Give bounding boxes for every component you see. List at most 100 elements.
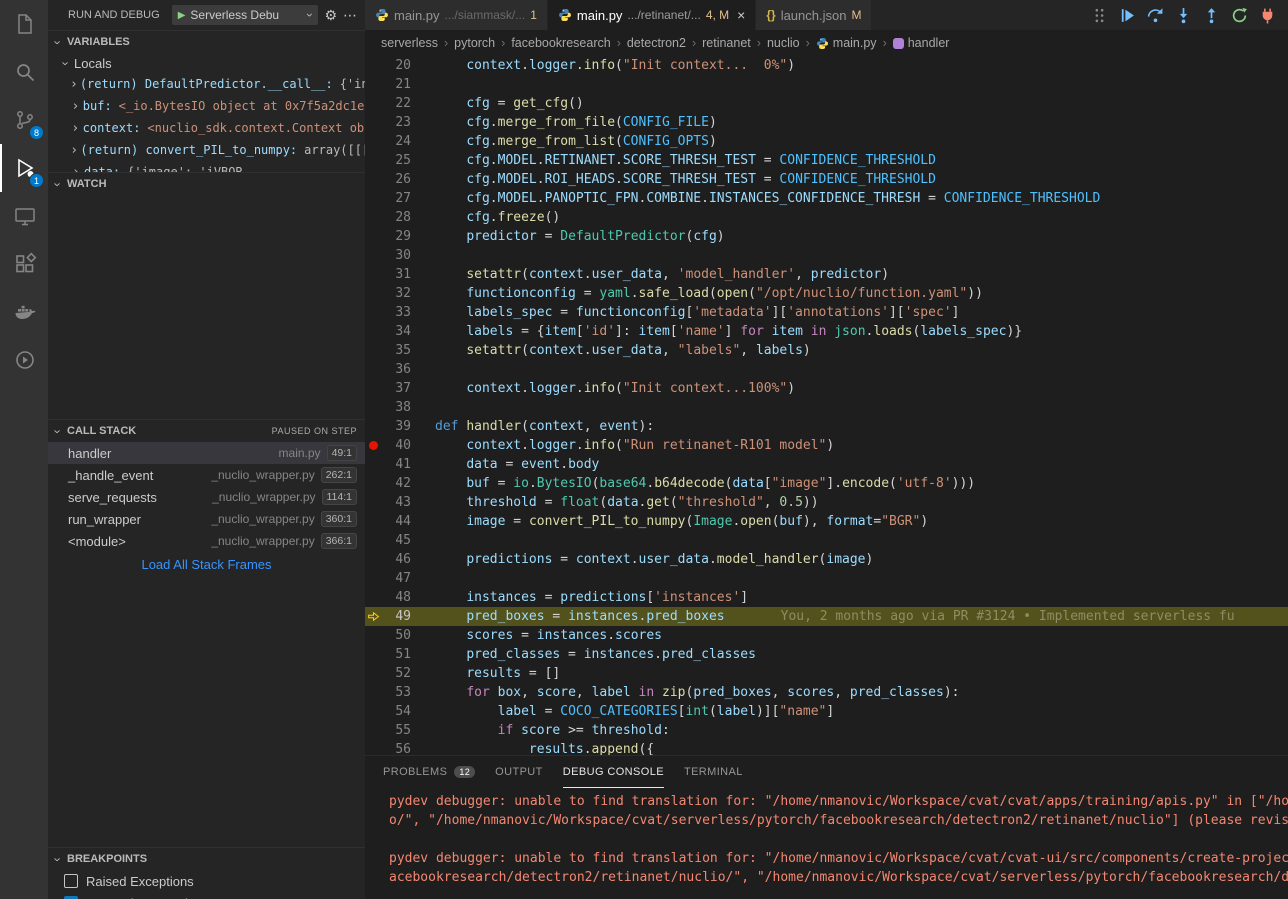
code-line[interactable]: 36 — [365, 360, 1288, 379]
code-line[interactable]: 29 predictor = DefaultPredictor(cfg) — [365, 227, 1288, 246]
gutter[interactable] — [365, 151, 381, 170]
panel-tab-output[interactable]: OUTPUT — [495, 756, 543, 788]
activity-run-and-debug[interactable]: 1 — [0, 144, 48, 192]
code-line[interactable]: 26 cfg.MODEL.ROI_HEADS.SCORE_THRESH_TEST… — [365, 170, 1288, 189]
breakpoint-icon[interactable] — [365, 436, 381, 455]
gutter[interactable] — [365, 208, 381, 227]
stack-frame[interactable]: _handle_event_nuclio_wrapper.py262:1 — [48, 464, 365, 486]
code-line[interactable]: 42 buf = io.BytesIO(base64.b64decode(dat… — [365, 474, 1288, 493]
breadcrumb-item[interactable]: detectron2 — [627, 36, 686, 50]
start-debugging-icon[interactable]: ▶ — [178, 10, 186, 21]
breadcrumb-item[interactable]: handler — [893, 36, 950, 50]
code-line[interactable]: 21 — [365, 75, 1288, 94]
code-line[interactable]: 34 labels = {item['id']: item['name'] fo… — [365, 322, 1288, 341]
breakpoint-row[interactable]: ✓Uncaught Exceptions — [48, 892, 365, 899]
gutter[interactable] — [365, 626, 381, 645]
step-over-icon[interactable] — [1147, 7, 1164, 24]
debug-config-dropdown[interactable]: ▶ Serverless Debu › — [172, 5, 319, 25]
gutter[interactable] — [365, 56, 381, 75]
drag-handle-icon[interactable] — [1091, 7, 1108, 24]
activity-extensions[interactable] — [0, 240, 48, 288]
step-into-icon[interactable] — [1175, 7, 1192, 24]
variable-row[interactable]: ›(return) convert_PIL_to_numpy:array([[[… — [48, 139, 365, 161]
gutter[interactable] — [365, 113, 381, 132]
gutter[interactable] — [365, 645, 381, 664]
gutter[interactable] — [365, 94, 381, 113]
code-line[interactable]: 43 threshold = float(data.get("threshold… — [365, 493, 1288, 512]
code-line[interactable]: 30 — [365, 246, 1288, 265]
gutter[interactable] — [365, 246, 381, 265]
panel-tab-debug-console[interactable]: DEBUG CONSOLE — [563, 756, 664, 788]
code-line[interactable]: 31 setattr(context.user_data, 'model_han… — [365, 265, 1288, 284]
gutter[interactable] — [365, 303, 381, 322]
code-line[interactable]: 54 label = COCO_CATEGORIES[int(label)]["… — [365, 702, 1288, 721]
activity-source-control[interactable]: 8 — [0, 96, 48, 144]
editor-tab[interactable]: main.py.../siammask/...1 — [365, 0, 548, 30]
gutter[interactable] — [365, 341, 381, 360]
activity-explorer[interactable] — [0, 0, 48, 48]
breakpoints-section-header[interactable]: › BREAKPOINTS — [48, 847, 365, 870]
gutter[interactable] — [365, 588, 381, 607]
gutter[interactable] — [365, 664, 381, 683]
code-line[interactable]: 24 cfg.merge_from_list(CONFIG_OPTS) — [365, 132, 1288, 151]
current-line-arrow-icon[interactable] — [365, 607, 381, 626]
debug-console-output[interactable]: pydev debugger: unable to find translati… — [365, 788, 1288, 899]
gutter[interactable] — [365, 227, 381, 246]
gutter[interactable] — [365, 322, 381, 341]
gutter[interactable] — [365, 189, 381, 208]
gutter[interactable] — [365, 531, 381, 550]
code-line[interactable]: 45 — [365, 531, 1288, 550]
editor-tab[interactable]: {}launch.jsonM — [756, 0, 872, 30]
code-line[interactable]: 39def handler(context, event): — [365, 417, 1288, 436]
gutter[interactable] — [365, 455, 381, 474]
breadcrumb-item[interactable]: serverless — [381, 36, 438, 50]
gear-icon[interactable]: ⚙ — [324, 7, 337, 24]
gutter[interactable] — [365, 75, 381, 94]
continue-icon[interactable] — [1119, 7, 1136, 24]
code-line[interactable]: 53 for box, score, label in zip(pred_box… — [365, 683, 1288, 702]
restart-icon[interactable] — [1231, 7, 1248, 24]
load-all-stack-frames-link[interactable]: Load All Stack Frames — [48, 552, 365, 572]
gutter[interactable] — [365, 398, 381, 417]
gutter[interactable] — [365, 360, 381, 379]
gutter[interactable] — [365, 132, 381, 151]
gutter[interactable] — [365, 170, 381, 189]
call-stack-section-header[interactable]: › CALL STACK PAUSED ON STEP — [48, 419, 365, 442]
code-line[interactable]: 25 cfg.MODEL.RETINANET.SCORE_THRESH_TEST… — [365, 151, 1288, 170]
stack-frame[interactable]: run_wrapper_nuclio_wrapper.py360:1 — [48, 508, 365, 530]
close-icon[interactable]: × — [737, 7, 745, 23]
gutter[interactable] — [365, 379, 381, 398]
code-editor[interactable]: 20 context.logger.info("Init context... … — [365, 56, 1288, 755]
gutter[interactable] — [365, 493, 381, 512]
disconnect-icon[interactable] — [1259, 7, 1276, 24]
gutter[interactable] — [365, 512, 381, 531]
panel-tab-terminal[interactable]: TERMINAL — [684, 756, 743, 788]
gutter[interactable] — [365, 683, 381, 702]
step-out-icon[interactable] — [1203, 7, 1220, 24]
activity-remote-explorer[interactable] — [0, 192, 48, 240]
breadcrumb-item[interactable]: facebookresearch — [511, 36, 610, 50]
code-line[interactable]: 47 — [365, 569, 1288, 588]
code-line[interactable]: 32 functionconfig = yaml.safe_load(open(… — [365, 284, 1288, 303]
watch-section-header[interactable]: › WATCH — [48, 172, 365, 195]
gutter[interactable] — [365, 284, 381, 303]
code-line[interactable]: 20 context.logger.info("Init context... … — [365, 56, 1288, 75]
code-line[interactable]: 49 pred_boxes = instances.pred_boxesYou,… — [365, 607, 1288, 626]
gutter[interactable] — [365, 740, 381, 755]
code-line[interactable]: 44 image = convert_PIL_to_numpy(Image.op… — [365, 512, 1288, 531]
gutter[interactable] — [365, 721, 381, 740]
editor-tab[interactable]: main.py.../retinanet/...4, M× — [548, 0, 756, 30]
breadcrumb-item[interactable]: retinanet — [702, 36, 751, 50]
code-line[interactable]: 48 instances = predictions['instances'] — [365, 588, 1288, 607]
gutter[interactable] — [365, 569, 381, 588]
variable-row[interactable]: ›buf:<_io.BytesIO object at 0x7f5a2dc1ec… — [48, 95, 365, 117]
gutter[interactable] — [365, 265, 381, 284]
code-line[interactable]: 28 cfg.freeze() — [365, 208, 1288, 227]
variable-row[interactable]: ›context:<nuclio_sdk.context.Context obj… — [48, 117, 365, 139]
breakpoint-row[interactable]: Raised Exceptions — [48, 870, 365, 892]
more-actions-icon[interactable]: ⋯ — [343, 7, 357, 24]
code-line[interactable]: 46 predictions = context.user_data.model… — [365, 550, 1288, 569]
code-line[interactable]: 37 context.logger.info("Init context...1… — [365, 379, 1288, 398]
activity-search[interactable] — [0, 48, 48, 96]
checkbox[interactable] — [64, 874, 78, 888]
